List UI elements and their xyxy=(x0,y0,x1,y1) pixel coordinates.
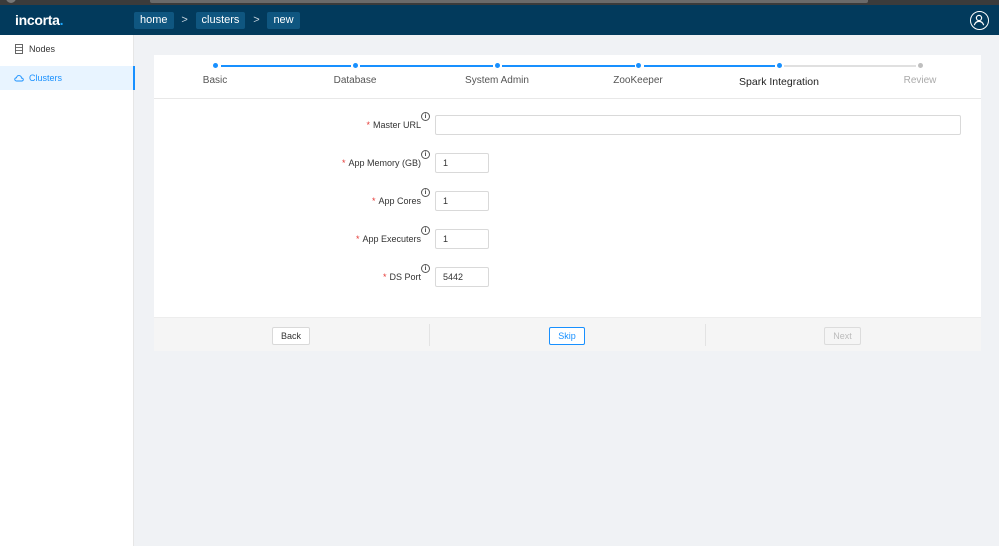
footer-divider xyxy=(705,324,706,346)
breadcrumb-home[interactable]: home xyxy=(134,11,174,29)
step-connector xyxy=(784,65,916,67)
master-url-input[interactable] xyxy=(435,115,961,135)
incorta-logo: incorta. xyxy=(15,12,64,28)
window-control xyxy=(6,0,16,3)
ds-port-input[interactable] xyxy=(435,267,489,287)
app-memory-input[interactable] xyxy=(435,153,489,173)
step-spark-integration[interactable]: Spark Integration xyxy=(739,76,819,88)
form-row-master-url: * Master URL i xyxy=(154,112,981,135)
breadcrumb-separator: > xyxy=(181,14,188,26)
step-dot-review xyxy=(918,63,923,68)
step-dot-database xyxy=(353,63,358,68)
step-connector xyxy=(221,65,351,67)
sidebar: Nodes Clusters xyxy=(0,35,135,546)
step-dot-system-admin xyxy=(495,63,500,68)
breadcrumb-clusters[interactable]: clusters xyxy=(195,11,246,29)
step-dot-basic xyxy=(213,63,218,68)
top-navigation-bar: incorta. home > clusters > new xyxy=(0,5,999,35)
browser-tab-bar xyxy=(150,0,868,3)
app-cores-label: * App Cores xyxy=(371,196,421,206)
ds-port-label: * DS Port xyxy=(382,272,421,282)
master-url-label: * Master URL xyxy=(366,120,421,130)
user-avatar-button[interactable] xyxy=(970,11,989,30)
step-system-admin[interactable]: System Admin xyxy=(465,75,529,86)
form-row-app-memory: * App Memory (GB) i xyxy=(154,150,981,173)
back-button[interactable]: Back xyxy=(272,327,310,345)
app-executers-input[interactable] xyxy=(435,229,489,249)
sidebar-item-nodes[interactable]: Nodes xyxy=(0,37,134,61)
form-row-app-cores: * App Cores i xyxy=(154,188,981,211)
breadcrumb-new[interactable]: new xyxy=(267,11,300,29)
info-icon[interactable]: i xyxy=(421,188,430,197)
step-dot-zookeeper xyxy=(636,63,641,68)
form-row-app-executers: * App Executers i xyxy=(154,226,981,249)
breadcrumb: home > clusters > new xyxy=(134,11,300,29)
info-icon[interactable]: i xyxy=(421,150,430,159)
user-icon xyxy=(973,14,985,26)
footer-divider xyxy=(429,324,430,346)
sidebar-item-label: Clusters xyxy=(29,73,63,83)
wizard-footer: Back Skip Next xyxy=(154,317,981,351)
sidebar-item-clusters[interactable]: Clusters xyxy=(0,66,135,90)
step-connector xyxy=(502,65,635,67)
step-zookeeper[interactable]: ZooKeeper xyxy=(613,75,662,86)
skip-button[interactable]: Skip xyxy=(549,327,585,345)
info-icon[interactable]: i xyxy=(421,264,430,273)
info-icon[interactable]: i xyxy=(421,226,430,235)
next-button[interactable]: Next xyxy=(824,327,861,345)
cloud-icon xyxy=(14,75,24,82)
step-connector xyxy=(360,65,493,67)
server-icon xyxy=(15,44,23,54)
step-dot-spark-integration xyxy=(777,63,782,68)
cluster-wizard-card: Basic Database System Admin ZooKeeper Sp… xyxy=(154,55,981,351)
app-executers-label: * App Executers xyxy=(355,234,421,244)
step-review: Review xyxy=(903,75,937,86)
sidebar-item-label: Nodes xyxy=(29,44,56,54)
form-row-ds-port: * DS Port i xyxy=(154,264,981,287)
breadcrumb-separator: > xyxy=(253,14,260,26)
step-database[interactable]: Database xyxy=(334,75,377,86)
wizard-steps: Basic Database System Admin ZooKeeper Sp… xyxy=(154,55,981,99)
step-basic[interactable]: Basic xyxy=(203,75,227,86)
step-connector xyxy=(644,65,775,67)
app-memory-label: * App Memory (GB) xyxy=(341,158,421,168)
app-cores-input[interactable] xyxy=(435,191,489,211)
info-icon[interactable]: i xyxy=(421,112,430,121)
